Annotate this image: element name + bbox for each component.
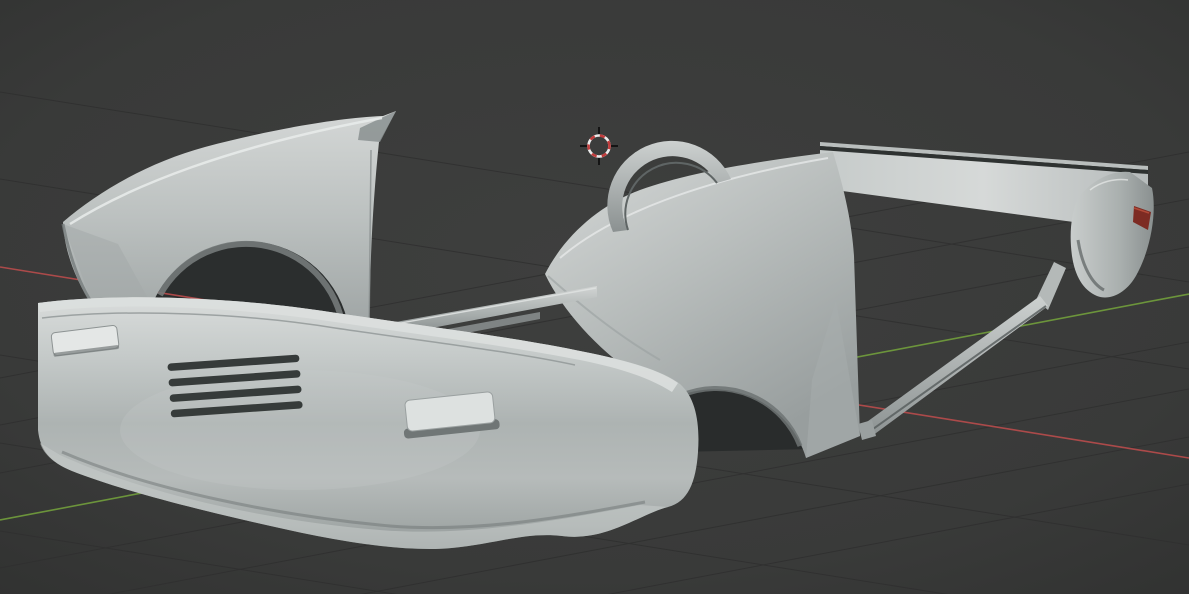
viewport-3d[interactable] (0, 0, 1189, 594)
viewport-canvas[interactable] (0, 0, 1189, 594)
